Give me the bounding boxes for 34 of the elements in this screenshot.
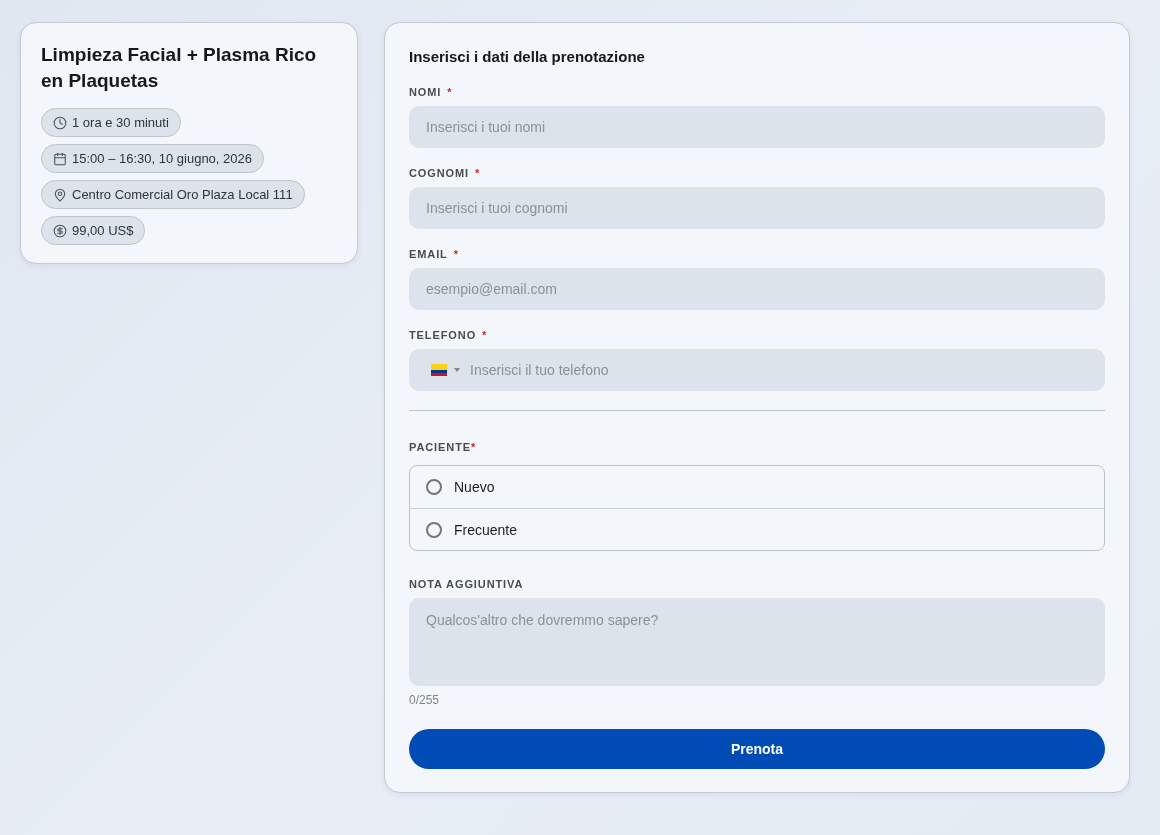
detail-text: 15:00 – 16:30, 10 giugno, 2026 [72,151,252,166]
dollar-coin-icon [53,223,67,238]
note-field[interactable]: Qualcos'altro che dovremmo sapere? [409,598,1105,686]
calendar-icon [53,151,67,166]
submit-button[interactable]: Prenota [409,729,1105,769]
clock-icon [53,115,67,130]
form-heading: Inserisci i dati della prenotazione [409,47,646,67]
required-asterisk: * [453,248,458,260]
field-label: NOTA AGGIUNTIVA [409,578,524,590]
radio-icon[interactable] [426,479,442,495]
service-title: Limpieza Facial + Plasma Rico en Plaquetas [41,43,318,93]
required-asterisk: * [471,441,476,453]
field-label: NOMI [409,86,442,98]
required-asterisk: * [475,167,480,179]
required-asterisk: * [482,329,487,341]
char-counter: 0/255 [409,693,441,707]
required-asterisk: * [447,86,452,98]
field-label: EMAIL [409,248,448,260]
radio-option[interactable]: Frecuente [410,508,1104,550]
caret-icon[interactable] [454,368,460,372]
flag-icon[interactable] [431,364,447,376]
field-label: PACIENTE [409,441,471,453]
map-pin-icon [53,187,67,202]
detail-text: 1 ora e 30 minuti [72,115,169,130]
field-label: TELEFONO [409,329,477,341]
detail-text: Centro Comercial Oro Plaza Local 111 [72,187,293,202]
text-field[interactable]: Inserisci i tuoi cognomi [409,187,1105,229]
field-label: COGNOMI [409,167,470,179]
detail-text: 99,00 US$ [72,223,134,238]
phone-field[interactable]: Inserisci il tuo telefono [409,349,1105,391]
radio-icon[interactable] [426,521,442,538]
email-field[interactable]: esempio@email.com [409,268,1105,310]
radio-option[interactable]: Nuevo [410,466,1104,508]
text-field[interactable]: Inserisci i tuoi nomi [409,106,1105,148]
